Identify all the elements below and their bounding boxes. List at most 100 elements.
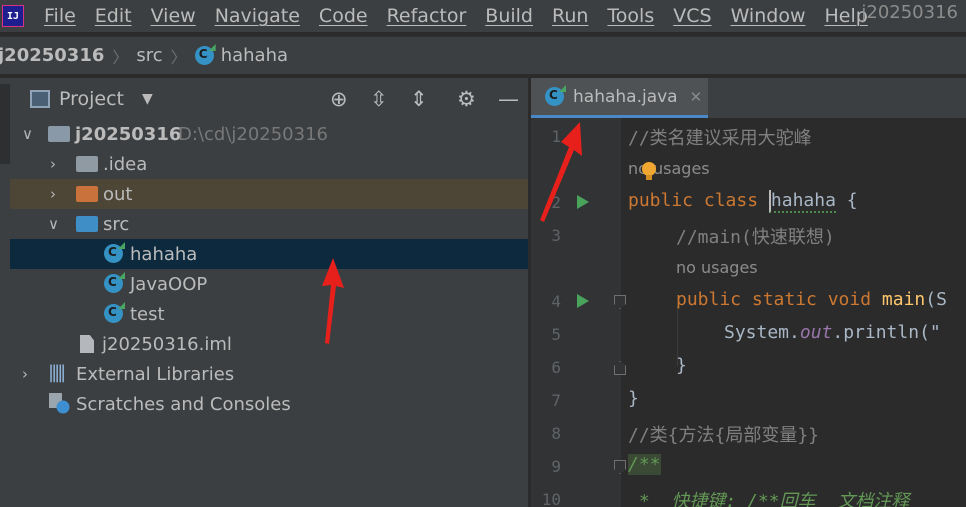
code-line-10[interactable]: * 快捷键: /**回车 文档注释 [628,487,909,507]
menu-view[interactable]: View [151,5,196,27]
code-line-2[interactable]: public class hahaha { [628,190,858,213]
tree-item-iml[interactable]: j20250316.iml [10,329,528,359]
tree-label: Scratches and Consoles [76,393,291,415]
code-line-1[interactable]: //类名建议采用大驼峰 [628,124,812,150]
tree-item-javaoop[interactable]: JavaOOP [10,269,528,299]
project-view-selector[interactable]: Project [59,88,124,110]
menu-code[interactable]: Code [319,5,368,27]
usages-hint[interactable]: no usages [628,159,710,178]
code-line-7[interactable]: } [628,388,639,409]
menu-navigate[interactable]: Navigate [215,5,300,27]
java-class-icon [194,46,214,65]
menu-build[interactable]: Build [485,5,533,27]
chevron-right-icon[interactable]: › [22,365,28,383]
field-name: out [799,322,833,343]
code-text: .println(" [832,322,941,343]
line-number: 4 [551,292,561,311]
code-editor: hahaha.java ✕ 1 2 3 4 5 6 7 8 9 10 //类名建… [531,78,966,507]
tab-hahaha-java[interactable]: hahaha.java ✕ [531,78,708,118]
chevron-right-icon[interactable]: › [50,185,56,203]
excluded-folder-icon [76,186,98,202]
annotation-arrow-icon [322,258,344,344]
locate-file-icon[interactable]: ⊕ [330,88,348,110]
breadcrumb: j20250316 〉 src 〉 hahaha [0,36,966,74]
project-view-icon [30,90,50,108]
line-number: 9 [551,457,561,476]
breadcrumb-file[interactable]: hahaha [221,45,288,66]
code-line-4[interactable]: public static void main(S [676,289,947,310]
hide-panel-icon[interactable]: — [498,88,519,110]
code-line-9[interactable]: /** [628,454,661,475]
menu-bar: IJ File Edit View Navigate Code Refactor… [0,0,966,32]
project-panel: Project ▼ ⊕ ⇳ ⇕ ⚙ — ∨ j20250316 D:\cd\j2… [10,78,528,507]
folder-icon [76,156,98,172]
tree-item-test[interactable]: test [10,299,528,329]
breadcrumb-separator-icon: 〉 [170,47,187,67]
java-class-icon [104,274,123,293]
chevron-right-icon[interactable]: › [50,155,56,173]
code-text: System. [724,322,800,343]
class-name: hahaha [768,190,836,213]
tab-label: hahaha.java [573,86,678,107]
code-text: { [835,190,858,211]
tree-item-src[interactable]: ∨ src [10,209,528,239]
breadcrumb-src[interactable]: src [136,45,162,66]
project-tool-window-tab[interactable] [0,84,10,164]
code-line-5[interactable]: System.out.println(" [724,322,941,343]
editor-tab-bar: hahaha.java ✕ [531,78,966,118]
code-line-6[interactable]: } [676,355,687,376]
menu-vcs[interactable]: VCS [673,5,711,27]
method-name: main [881,289,926,310]
menu-refactor[interactable]: Refactor [387,5,467,27]
gear-icon[interactable]: ⚙ [457,88,476,110]
breadcrumb-project[interactable]: j20250316 [0,45,104,66]
expand-all-icon[interactable]: ⇳ [370,88,388,110]
tree-label: test [130,303,165,325]
chevron-down-icon[interactable]: ∨ [48,215,59,233]
tree-item-out[interactable]: › out [10,179,528,209]
run-main-icon[interactable] [577,294,589,308]
menu-run[interactable]: Run [552,5,588,27]
line-number: 5 [551,325,561,344]
keyword: public class [628,190,759,211]
menu-tools[interactable]: Tools [607,5,654,27]
menu-window[interactable]: Window [731,5,806,27]
menu-file[interactable]: File [44,5,76,27]
chevron-down-icon[interactable]: ∨ [22,125,33,143]
chevron-down-icon[interactable]: ▼ [142,91,153,107]
main-menu: File Edit View Navigate Code Refactor Bu… [44,5,887,27]
tree-label: JavaOOP [130,273,208,295]
java-class-icon [104,244,123,263]
usages-hint[interactable]: no usages [676,258,758,277]
module-file-icon [80,335,94,353]
project-panel-header: Project ▼ ⊕ ⇳ ⇕ ⚙ — [10,78,528,120]
close-icon[interactable]: ✕ [690,88,703,106]
tree-item-idea[interactable]: › .idea [10,149,528,179]
line-number: 10 [541,490,561,507]
tree-item-project-root[interactable]: ∨ j20250316 D:\cd\j20250316 [10,119,528,149]
collapse-all-icon[interactable]: ⇕ [410,88,428,110]
menu-edit[interactable]: Edit [95,5,132,27]
breadcrumb-separator-icon: 〉 [112,47,129,67]
line-number: 6 [551,358,561,377]
line-number: 8 [551,424,561,443]
source-folder-icon [76,216,98,232]
tree-item-hahaha[interactable]: hahaha [10,239,528,269]
code-line-8[interactable]: //类{方法{局部变量}} [628,421,819,447]
java-class-icon [104,304,123,323]
library-icon: |||‖ [48,362,66,383]
lightbulb-icon[interactable] [642,162,656,180]
line-number: 7 [551,391,561,410]
tree-label: External Libraries [76,363,235,385]
tree-label: j20250316.iml [102,333,232,355]
scratches-icon [49,393,70,414]
tree-path: D:\cd\j20250316 [178,123,328,145]
tree-item-scratches[interactable]: Scratches and Consoles [10,389,528,419]
tree-label: .idea [103,153,148,175]
code-line-3[interactable]: //main(快速联想) [676,223,835,249]
tree-label: src [103,213,130,235]
keyword: public static void [676,289,872,310]
tree-item-external-libraries[interactable]: › |||‖ External Libraries [10,359,528,389]
tree-label: j20250316 [75,123,182,145]
module-folder-icon [48,126,70,142]
